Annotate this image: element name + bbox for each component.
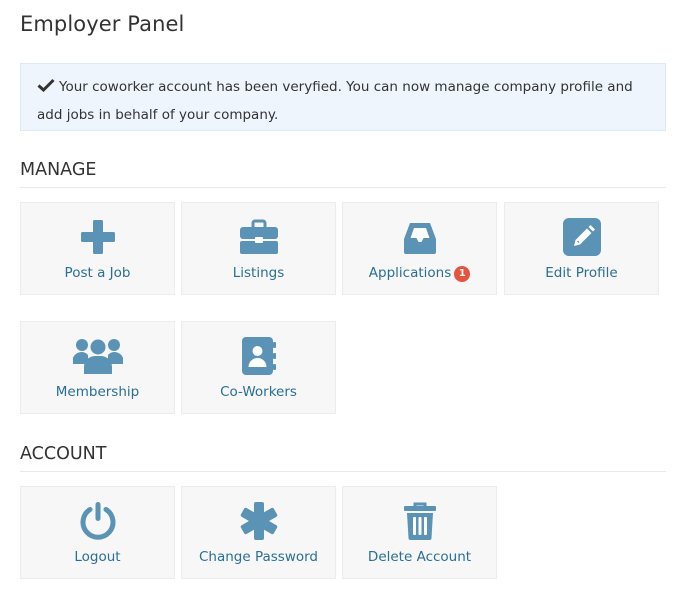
- post-job-label: Post a Job: [64, 265, 131, 281]
- asterisk-icon: [239, 501, 279, 541]
- change-password-button[interactable]: Change Password: [181, 486, 336, 579]
- change-password-label: Change Password: [198, 549, 319, 565]
- inbox-icon: [400, 217, 440, 257]
- verification-alert: Your coworker account has been veryfied.…: [20, 63, 666, 131]
- listings-button[interactable]: Listings: [181, 202, 336, 295]
- applications-count-badge: 1: [454, 266, 471, 282]
- page-title: Employer Panel: [20, 12, 185, 36]
- briefcase-icon: [239, 217, 279, 257]
- logout-button[interactable]: Logout: [20, 486, 175, 579]
- account-divider: [20, 471, 666, 472]
- alert-text-line2: add jobs in behalf of your company.: [37, 107, 279, 123]
- trash-icon: [400, 501, 440, 541]
- co-workers-label: Co-Workers: [220, 384, 297, 400]
- logout-label: Logout: [74, 549, 121, 565]
- manage-divider: [20, 187, 666, 188]
- delete-account-label: Delete Account: [367, 549, 472, 565]
- post-job-button[interactable]: Post a Job: [20, 202, 175, 295]
- membership-label: Membership: [55, 384, 140, 400]
- edit-profile-label: Edit Profile: [545, 265, 618, 281]
- applications-label-wrap: Applications 1: [343, 265, 496, 282]
- alert-text-line1: Your coworker account has been veryfied.…: [59, 79, 633, 95]
- membership-button[interactable]: Membership: [20, 321, 175, 414]
- plus-icon: [78, 217, 118, 257]
- users-icon: [72, 336, 123, 376]
- co-workers-button[interactable]: Co-Workers: [181, 321, 336, 414]
- applications-label: Applications: [368, 265, 452, 281]
- account-heading: ACCOUNT: [20, 444, 107, 464]
- applications-button[interactable]: Applications 1: [342, 202, 497, 295]
- checkmark-icon: [37, 74, 55, 93]
- address-book-icon: [239, 336, 279, 376]
- edit-icon: [562, 217, 602, 257]
- manage-heading: MANAGE: [20, 160, 97, 180]
- edit-profile-button[interactable]: Edit Profile: [504, 202, 659, 295]
- listings-label: Listings: [232, 265, 285, 281]
- delete-account-button[interactable]: Delete Account: [342, 486, 497, 579]
- power-icon: [78, 501, 118, 541]
